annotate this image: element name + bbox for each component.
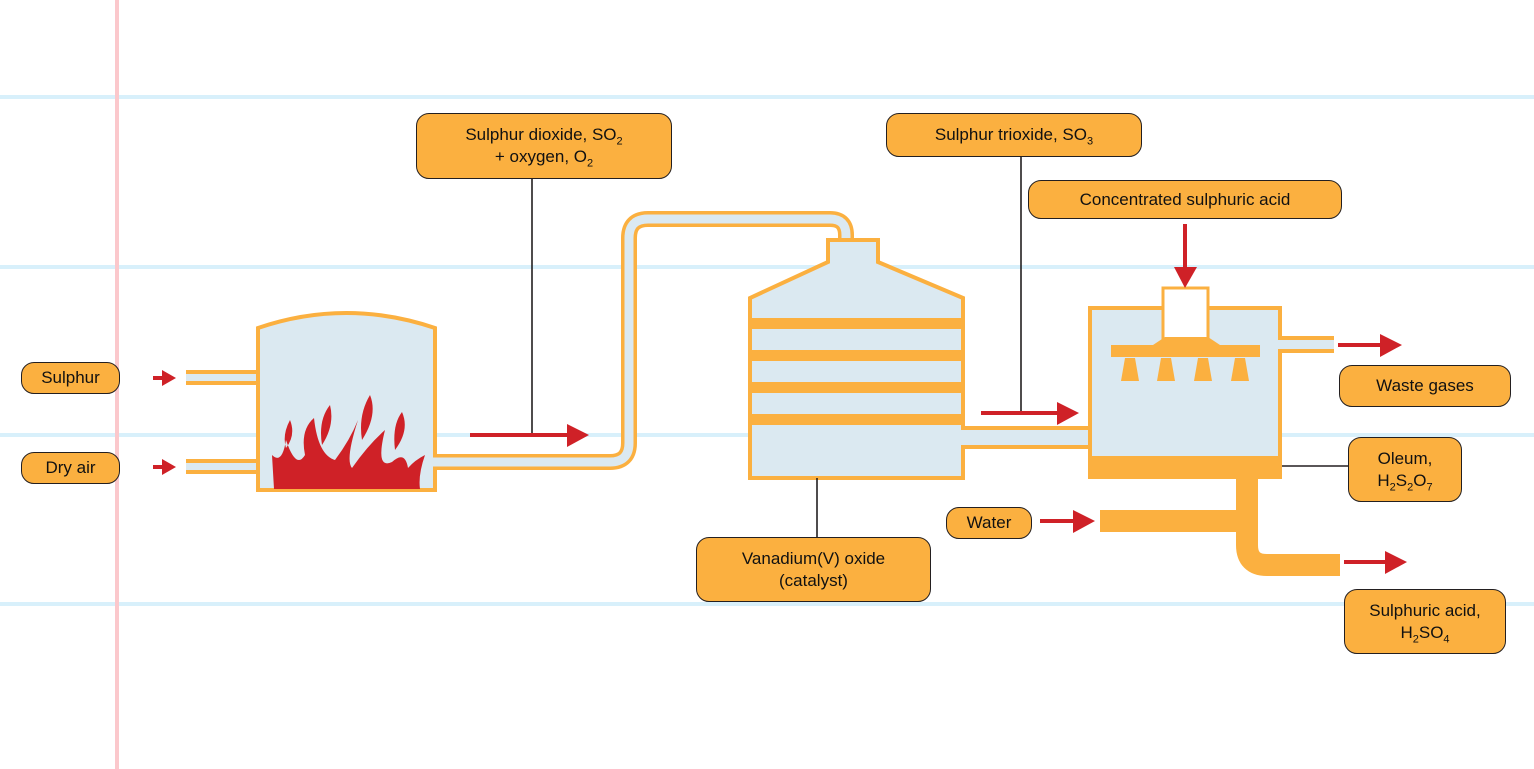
label-line: H2S2O7: [1377, 470, 1433, 493]
arrow-right-icon: [470, 424, 589, 447]
arrow-right-icon: [1344, 551, 1407, 574]
label-line: Oleum,: [1377, 448, 1433, 468]
label-line: (catalyst): [779, 570, 848, 590]
label-text: Concentrated sulphuric acid: [1079, 189, 1291, 209]
label-sulphuric-acid: Sulphuric acid, H2SO4: [1344, 589, 1506, 654]
label-line: Sulphur trioxide, SO3: [934, 125, 1094, 148]
diagram-graphics: [0, 0, 1534, 769]
label-line: Sulphur dioxide, SO2: [465, 125, 623, 148]
label-oleum: Oleum, H2S2O7: [1348, 437, 1462, 502]
label-text: Water: [966, 513, 1012, 532]
label-waste-gases: Waste gases: [1339, 365, 1511, 407]
label-sulphur-trioxide: Sulphur trioxide, SO3: [886, 113, 1142, 157]
tower-base: [1088, 456, 1282, 479]
water-pipe: [1100, 510, 1240, 532]
arrow-right-icon: [981, 402, 1079, 425]
furnace-inlet-pipes: [186, 370, 262, 474]
label-sulphur-dioxide: Sulphur dioxide, SO2 + oxygen, O2: [416, 113, 672, 179]
arrow-right-icon: [1338, 334, 1402, 357]
arrow-right-icon: [1040, 510, 1095, 533]
label-concentrated-acid: Concentrated sulphuric acid: [1028, 180, 1342, 219]
label-water: Water: [946, 507, 1032, 539]
arrow-down-icon: [1174, 224, 1197, 288]
label-line: Sulphuric acid,: [1369, 600, 1481, 620]
label-line: Vanadium(V) oxide: [741, 548, 886, 568]
acid-inlet: [1161, 286, 1210, 342]
label-line: + oxygen, O2: [494, 147, 594, 170]
label-text: Sulphur: [41, 368, 100, 387]
label-line: H2SO4: [1400, 622, 1450, 645]
label-text: Waste gases: [1376, 376, 1474, 395]
contact-process-diagram: Sulphur Dry air Sulphur dioxide, SO2 + o…: [0, 0, 1534, 769]
label-sulphur: Sulphur: [21, 362, 120, 394]
dilution-pipe: [1236, 478, 1340, 576]
label-dry-air: Dry air: [21, 452, 120, 484]
label-text: Dry air: [45, 458, 96, 477]
arrow-right-icon: [153, 370, 176, 386]
label-catalyst: Vanadium(V) oxide (catalyst): [696, 537, 931, 602]
arrow-right-icon: [153, 459, 176, 475]
